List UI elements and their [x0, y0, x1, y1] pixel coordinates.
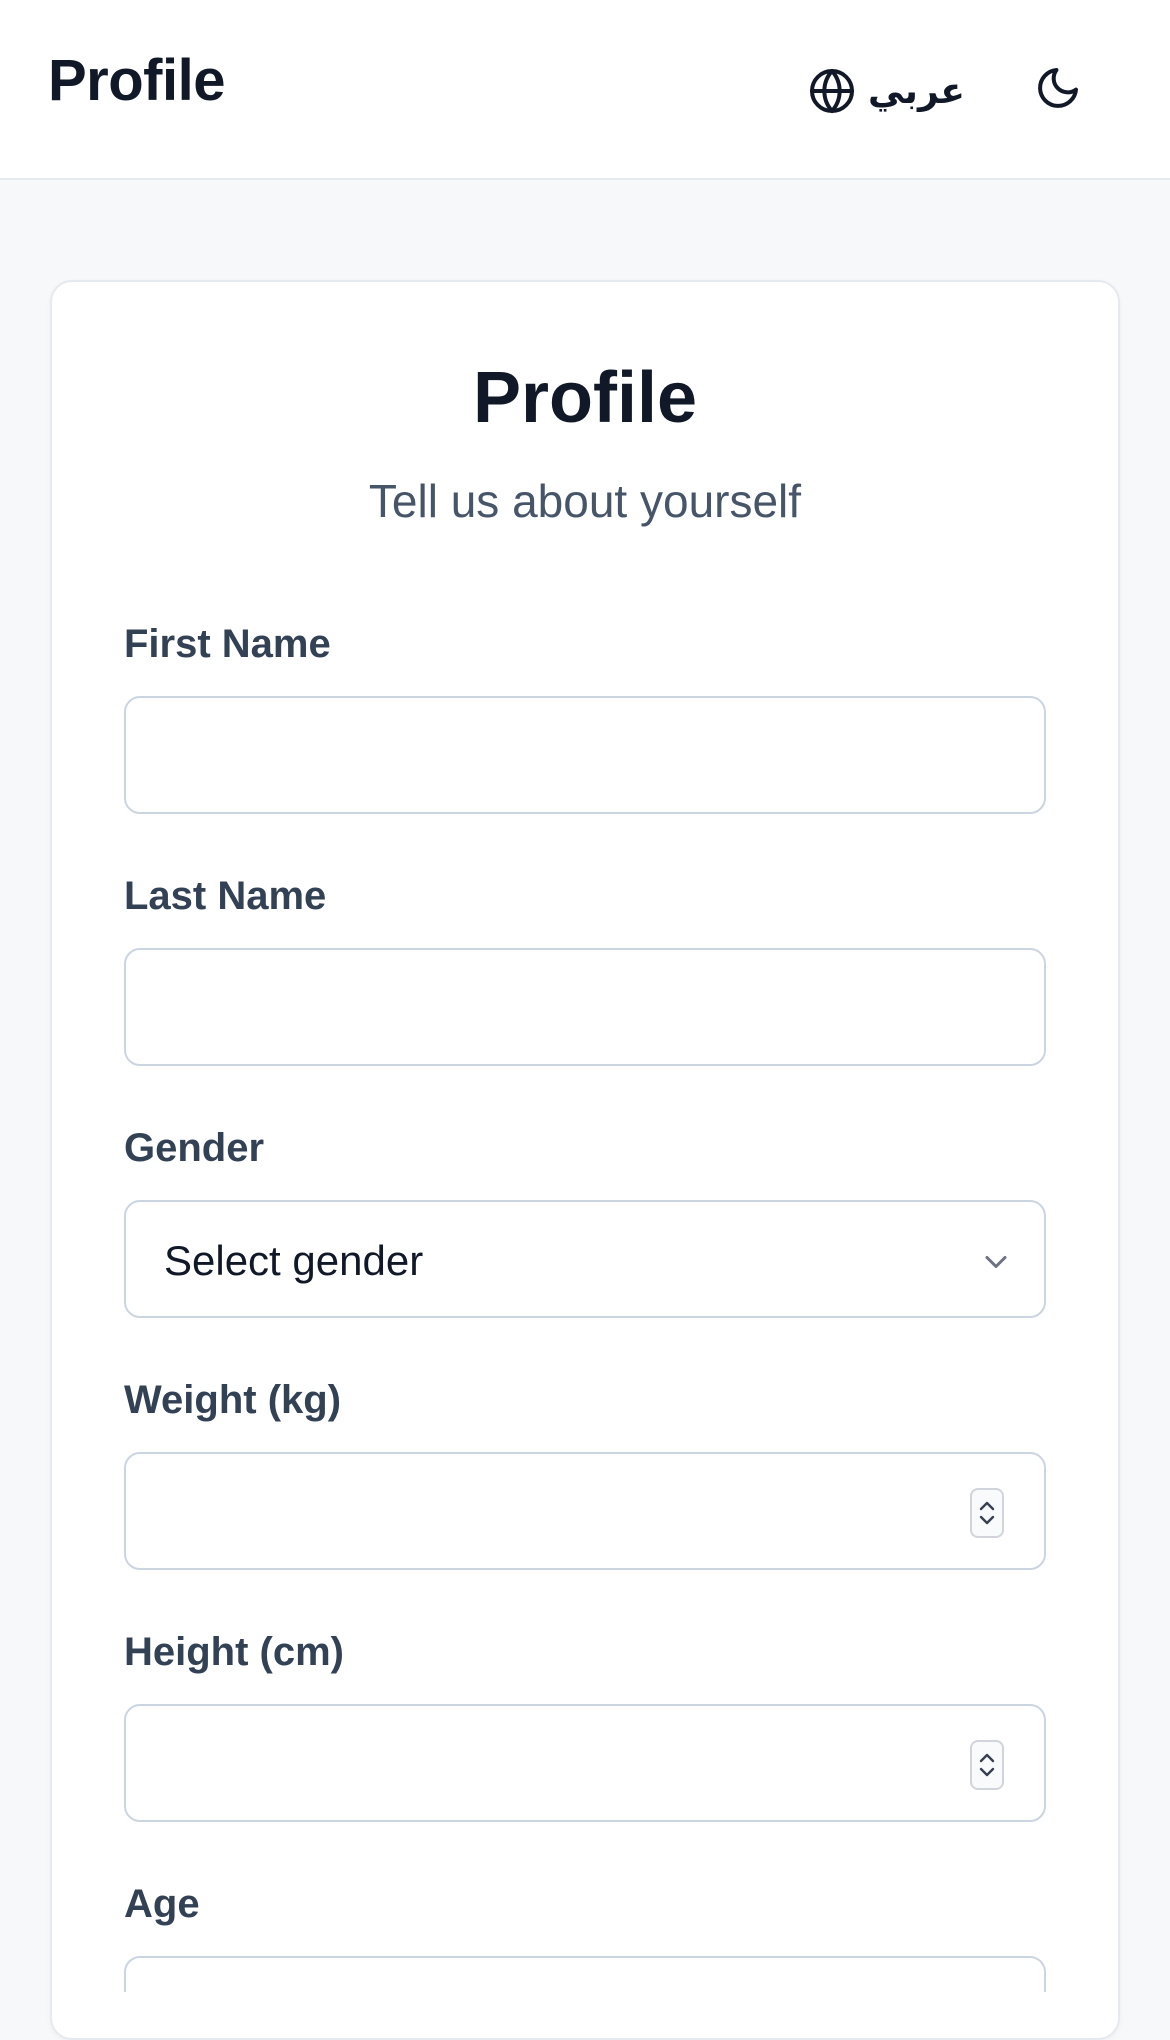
form-subtitle: Tell us about yourself [368, 475, 802, 527]
first-name-input[interactable] [126, 698, 1044, 812]
moon-icon [1034, 64, 1088, 112]
last-name-field[interactable] [124, 948, 1046, 1066]
weight-field[interactable] [124, 1452, 1046, 1570]
chevron-down-icon [978, 1244, 1014, 1285]
last-name-input[interactable] [126, 950, 1044, 1064]
height-label: Height (cm) [124, 1630, 344, 1674]
language-label: عربي [868, 70, 965, 112]
gender-label: Gender [124, 1126, 265, 1170]
age-input[interactable] [126, 1958, 1044, 1992]
theme-toggle-button[interactable] [1034, 64, 1088, 118]
first-name-label: First Name [124, 622, 331, 666]
height-input[interactable] [126, 1706, 1044, 1820]
weight-label: Weight (kg) [124, 1378, 342, 1422]
top-app-bar: Profile عربي [0, 0, 1170, 180]
app-title: Profile [48, 48, 226, 113]
height-stepper-icon[interactable] [970, 1740, 1004, 1790]
first-name-field[interactable] [124, 696, 1046, 814]
form-title: Profile [472, 358, 698, 438]
age-field[interactable] [124, 1956, 1046, 1992]
gender-select[interactable]: Select gender [124, 1200, 1046, 1318]
height-field[interactable] [124, 1704, 1046, 1822]
weight-input[interactable] [126, 1454, 1044, 1568]
globe-icon [808, 67, 856, 115]
gender-select-value: Select gender [164, 1237, 424, 1284]
last-name-label: Last Name [124, 874, 327, 918]
age-label: Age [124, 1882, 200, 1926]
weight-stepper-icon[interactable] [970, 1488, 1004, 1538]
language-toggle-button[interactable]: عربي [808, 56, 965, 126]
